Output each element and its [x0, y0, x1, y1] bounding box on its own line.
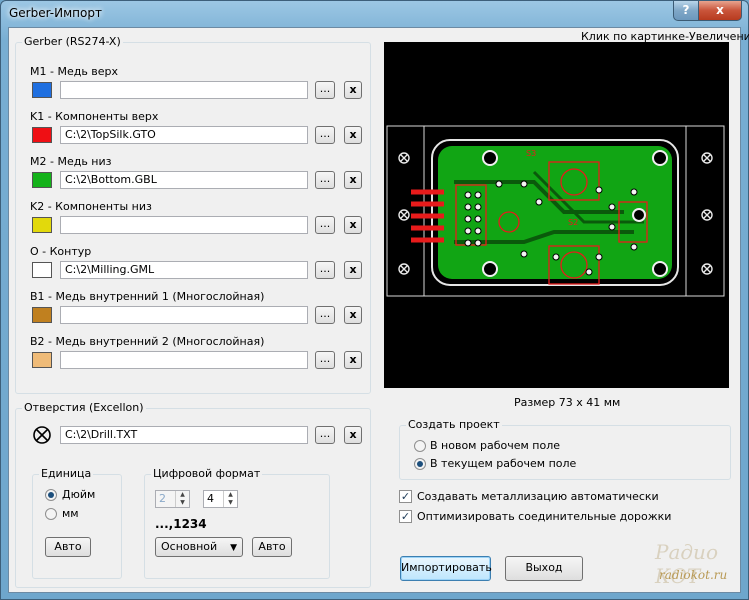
- layer-6-browse-button[interactable]: ...: [315, 351, 335, 369]
- layer-4-color-swatch[interactable]: [32, 262, 52, 278]
- layer-2-browse-button[interactable]: ...: [315, 171, 335, 189]
- drill-browse-button[interactable]: ...: [315, 426, 335, 444]
- layer-1-color-swatch[interactable]: [32, 127, 52, 143]
- unit-inch-label: Дюйм: [62, 488, 96, 501]
- layer-1-file-field[interactable]: C:\2\TopSilk.GTO: [60, 126, 308, 144]
- title-bar[interactable]: Gerber-Импорт ? x: [1, 1, 748, 27]
- layer-2-color-swatch[interactable]: [32, 172, 52, 188]
- optimize-label: Оптимизировать соединительные дорожки: [417, 510, 672, 523]
- layer-5-browse-button[interactable]: ...: [315, 306, 335, 324]
- layer-6-color-swatch[interactable]: [32, 352, 52, 368]
- excellon-group: Отверстия (Excellon) C:\2\Drill.TXT ... …: [15, 401, 371, 588]
- auto-metal-label: Создавать металлизацию автоматически: [417, 490, 659, 503]
- format-mode-select[interactable]: Основной ▼: [155, 537, 243, 557]
- units-group-title: Единица: [39, 467, 94, 480]
- layer-6-clear-button[interactable]: x: [344, 351, 362, 369]
- drill-file-field[interactable]: C:\2\Drill.TXT: [60, 426, 308, 444]
- unit-auto-button[interactable]: Авто: [45, 537, 91, 557]
- layer-4-clear-button[interactable]: x: [344, 261, 362, 279]
- silk-label-s3: S3: [526, 149, 536, 158]
- unit-mm-radio[interactable]: [45, 508, 57, 520]
- format-sample: ...,1234: [155, 517, 207, 531]
- layer-0-label: M1 - Медь верх: [30, 65, 119, 78]
- pcb-preview-image: S3 S2: [386, 125, 725, 297]
- current-field-radio[interactable]: [414, 458, 426, 470]
- format-group-title: Цифровой формат: [151, 467, 263, 480]
- decimal-digits-value: 4: [207, 492, 214, 505]
- layer-2-clear-button[interactable]: x: [344, 171, 362, 189]
- layer-5-color-swatch[interactable]: [32, 307, 52, 323]
- layer-3-file-field[interactable]: [60, 216, 308, 234]
- layer-1-browse-button[interactable]: ...: [315, 126, 335, 144]
- layer-3-clear-button[interactable]: x: [344, 216, 362, 234]
- layer-3-color-swatch[interactable]: [32, 217, 52, 233]
- layer-6-file-field[interactable]: [60, 351, 308, 369]
- silk-label-s2: S2: [568, 218, 578, 227]
- layer-2-file-field[interactable]: C:\2\Bottom.GBL: [60, 171, 308, 189]
- import-button[interactable]: Импортировать: [400, 556, 492, 581]
- layer-4-label: O - Контур: [30, 245, 92, 258]
- unit-inch-radio[interactable]: [45, 489, 57, 501]
- layer-4-file-field[interactable]: C:\2\Milling.GML: [60, 261, 308, 279]
- close-button[interactable]: x: [698, 1, 742, 21]
- drill-icon: [33, 426, 51, 444]
- layer-3-browse-button[interactable]: ...: [315, 216, 335, 234]
- layer-0-clear-button[interactable]: x: [344, 81, 362, 99]
- layer-1-clear-button[interactable]: x: [344, 126, 362, 144]
- format-auto-button[interactable]: Авто: [252, 537, 292, 557]
- integer-digits-arrows-icon[interactable]: ▲ ▼: [175, 491, 189, 507]
- layer-4-browse-button[interactable]: ...: [315, 261, 335, 279]
- excellon-group-title: Отверстия (Excellon): [22, 401, 146, 414]
- optimize-checkbox[interactable]: ✓: [399, 510, 412, 523]
- layer-5-clear-button[interactable]: x: [344, 306, 362, 324]
- layer-0-browse-button[interactable]: ...: [315, 81, 335, 99]
- layer-0-file-field[interactable]: [60, 81, 308, 99]
- project-group: Создать проект В новом рабочем поле В те…: [399, 418, 731, 480]
- pcb-preview[interactable]: S3 S2: [384, 42, 729, 388]
- auto-metal-checkbox[interactable]: ✓: [399, 490, 412, 503]
- layer-5-label: B1 - Медь внутренний 1 (Многослойная): [30, 290, 265, 303]
- window-title: Gerber-Импорт: [9, 6, 102, 20]
- project-group-title: Создать проект: [406, 418, 502, 431]
- help-button[interactable]: ?: [673, 1, 699, 21]
- new-field-label: В новом рабочем поле: [430, 439, 560, 452]
- format-group: Цифровой формат 2 ▲ ▼ 4 ▲ ▼ ...,1234 Основ…: [144, 467, 330, 579]
- exit-button[interactable]: Выход: [505, 556, 583, 581]
- units-group: Единица Дюйм мм Авто: [32, 467, 122, 579]
- decimal-digits-spinner[interactable]: 4 ▲ ▼: [203, 490, 238, 508]
- decimal-digits-arrows-icon[interactable]: ▲ ▼: [223, 491, 237, 507]
- current-field-label: В текущем рабочем поле: [430, 457, 577, 470]
- layer-5-file-field[interactable]: [60, 306, 308, 324]
- layer-1-label: K1 - Компоненты верх: [30, 110, 159, 123]
- layer-3-label: K2 - Компоненты низ: [30, 200, 152, 213]
- watermark-site: radiokot.ru: [659, 568, 728, 582]
- chevron-down-icon: ▼: [230, 543, 237, 553]
- dialog-window: Gerber-Импорт ? x Gerber (RS274-X) M1 - …: [0, 0, 749, 600]
- dialog-client: Gerber (RS274-X) M1 - Медь верх... x K1 - …: [8, 27, 749, 593]
- layer-0-color-swatch[interactable]: [32, 82, 52, 98]
- integer-digits-spinner[interactable]: 2 ▲ ▼: [155, 490, 190, 508]
- new-field-radio[interactable]: [414, 440, 426, 452]
- drill-clear-button[interactable]: x: [344, 426, 362, 444]
- gerber-group: Gerber (RS274-X) M1 - Медь верх... x K1 - …: [15, 35, 371, 394]
- layer-6-label: B2 - Медь внутренний 2 (Многослойная): [30, 335, 265, 348]
- gerber-group-title: Gerber (RS274-X): [22, 35, 123, 48]
- board-size-label: Размер 73 x 41 мм: [514, 396, 621, 409]
- format-mode-value: Основной: [161, 540, 218, 553]
- unit-mm-label: мм: [62, 507, 79, 520]
- integer-digits-value: 2: [159, 492, 166, 505]
- layer-2-label: M2 - Медь низ: [30, 155, 112, 168]
